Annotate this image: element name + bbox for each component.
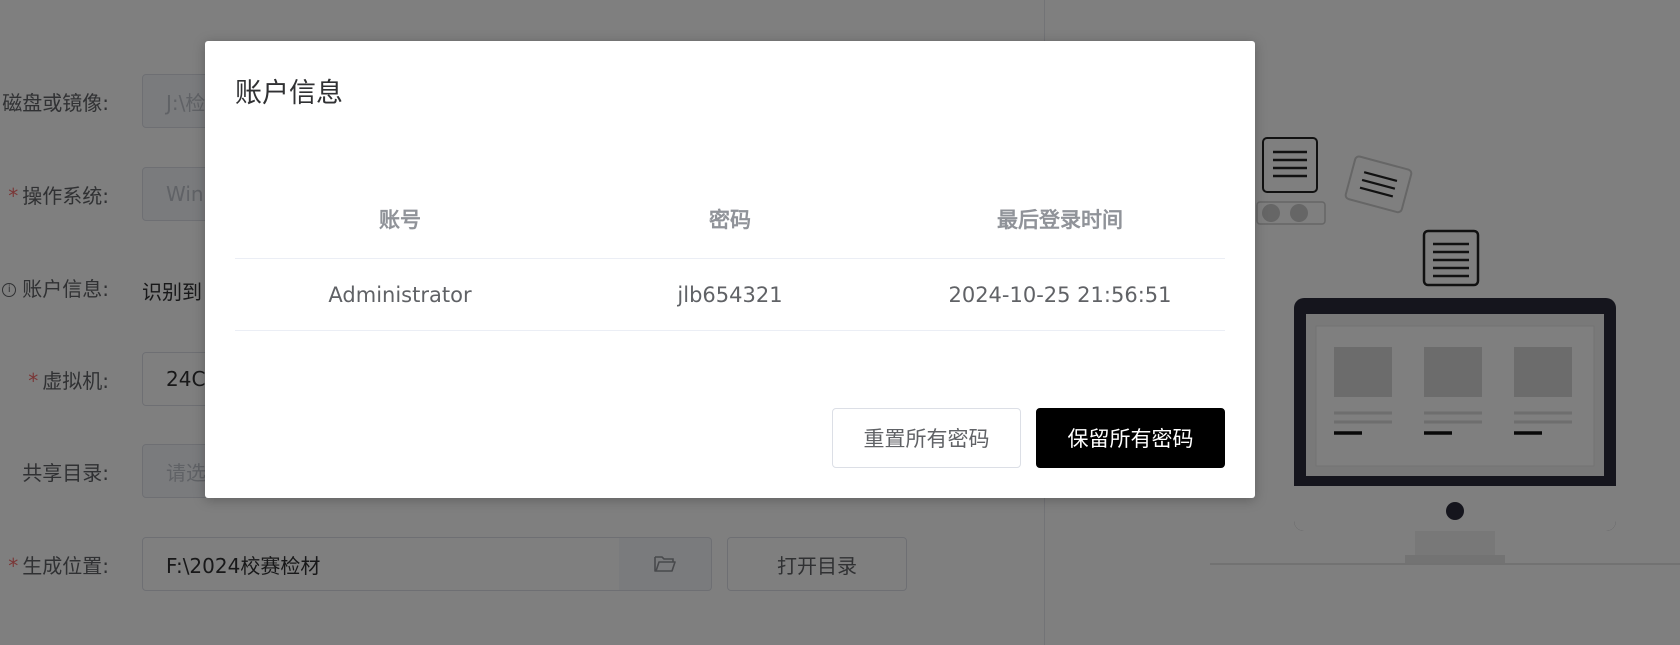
account-info-dialog: 账户信息 账号 密码 最后登录时间 Administrator jlb65432… <box>205 41 1255 498</box>
account-cell: Administrator <box>328 282 472 307</box>
column-header-last-login: 最后登录时间 <box>997 207 1123 232</box>
last-login-cell: 2024-10-25 21:56:51 <box>948 282 1172 307</box>
account-table: 账号 密码 最后登录时间 Administrator jlb654321 202… <box>235 179 1225 331</box>
dialog-title: 账户信息 <box>235 78 343 109</box>
column-header-password: 密码 <box>709 207 751 232</box>
password-cell: jlb654321 <box>677 282 783 307</box>
keep-all-passwords-button[interactable]: 保留所有密码 <box>1036 408 1225 468</box>
table-row: Administrator jlb654321 2024-10-25 21:56… <box>235 259 1225 331</box>
reset-all-passwords-button[interactable]: 重置所有密码 <box>832 408 1021 468</box>
column-header-account: 账号 <box>379 207 421 232</box>
table-header: 账号 密码 最后登录时间 <box>235 179 1225 259</box>
